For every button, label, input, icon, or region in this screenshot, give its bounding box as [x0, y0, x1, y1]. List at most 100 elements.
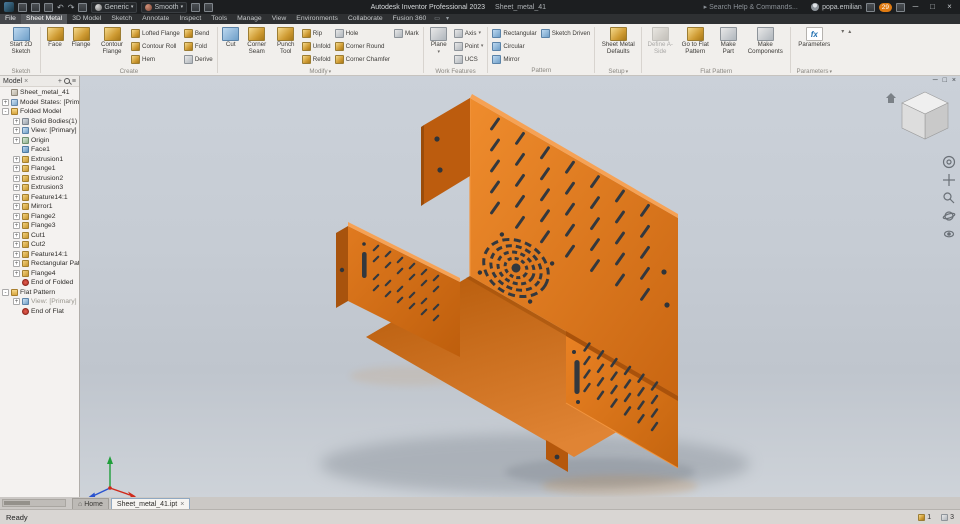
refold-button[interactable]: Refold [301, 53, 332, 65]
hem-button[interactable]: Hem [130, 53, 181, 65]
ribbon-tab[interactable]: Annotate [137, 14, 174, 24]
tree-expander[interactable]: + [13, 136, 20, 144]
tree-expander[interactable]: + [13, 231, 20, 239]
navigation-bar[interactable] [942, 155, 956, 238]
corner-round-button[interactable]: Corner Round [334, 40, 391, 52]
tree-item[interactable]: + Flange4 [0, 269, 79, 279]
appearance-dropdown[interactable]: Smooth ▾ [141, 1, 188, 13]
tree-expander[interactable]: + [13, 165, 20, 173]
bell-icon[interactable] [896, 2, 906, 12]
tree-item[interactable]: + Model States: [Primary] [0, 98, 79, 108]
search-input[interactable] [709, 3, 808, 11]
browser-menu-icon[interactable]: ≡ [72, 78, 76, 85]
tree-item[interactable]: Sheet_metal_41 [0, 88, 79, 98]
tree-expander[interactable]: + [13, 269, 20, 277]
tree-expander[interactable]: + [13, 222, 20, 230]
tree-item[interactable]: Face1 [0, 145, 79, 155]
tree-item[interactable]: + Extrusion3 [0, 183, 79, 193]
rectangular-pattern-button[interactable]: Rectangular [491, 27, 537, 39]
tree-expander[interactable]: + [13, 250, 20, 258]
doc-restore-icon[interactable]: □ [943, 76, 947, 86]
doc-close-icon[interactable]: × [952, 76, 956, 86]
view-cube-home-icon[interactable] [886, 93, 896, 103]
tree-item[interactable]: + Rectangular Pattern [0, 259, 79, 269]
doc-minimize-icon[interactable]: ─ [933, 76, 938, 86]
measure-icon[interactable] [204, 2, 214, 12]
mirror-button[interactable]: Mirror [491, 53, 537, 65]
tree-item[interactable]: End of Folded [0, 278, 79, 288]
tree-item[interactable]: + Mirror1 [0, 202, 79, 212]
ribbon-tab[interactable]: Environments [291, 14, 343, 24]
viewport[interactable]: ─ □ × [80, 76, 960, 497]
tree-item[interactable]: + Origin [0, 136, 79, 146]
corner-seam-button[interactable]: Corner Seam [243, 25, 271, 67]
ribbon-tab[interactable]: 3D Model [67, 14, 106, 24]
tree-item[interactable]: + Cut2 [0, 240, 79, 250]
ribbon-tab[interactable]: Tools [206, 14, 232, 24]
ribbon-panel-icon[interactable]: ▭ [431, 14, 443, 24]
tree-expander[interactable]: + [13, 193, 20, 201]
tree-item[interactable]: + Extrusion2 [0, 174, 79, 184]
close-button[interactable]: × [943, 0, 956, 14]
ribbon-tab[interactable]: Inspect [174, 14, 206, 24]
make-part-button[interactable]: Make Part [715, 25, 741, 67]
tree-expander[interactable]: + [13, 127, 20, 135]
ribbon-tab[interactable]: Sheet Metal [20, 14, 68, 24]
lofted-flange-button[interactable]: Lofted Flange [130, 27, 181, 39]
adjust-icon[interactable] [191, 2, 201, 12]
circular-pattern-button[interactable]: Circular [491, 40, 537, 52]
sketch-driven-button[interactable]: Sketch Driven [540, 27, 592, 39]
save-icon[interactable] [44, 2, 53, 12]
notification-badge[interactable]: 29 [878, 2, 893, 12]
scrollbar-thumb[interactable] [4, 501, 30, 505]
tree-expander[interactable] [13, 279, 20, 286]
face-button[interactable]: Face [44, 25, 66, 67]
plane-button[interactable]: Plane ▾ [427, 25, 451, 67]
tree-expander[interactable]: + [2, 98, 9, 106]
browser-close-icon[interactable]: × [24, 78, 28, 85]
tree-expander[interactable]: + [13, 117, 20, 125]
corner-chamfer-button[interactable]: Corner Chamfer [334, 53, 391, 65]
tree-expander[interactable]: + [13, 174, 20, 182]
tree-item[interactable]: - Folded Model [0, 107, 79, 117]
go-to-flat-pattern-button[interactable]: Go to Flat Pattern [677, 25, 713, 67]
tab-document[interactable]: Sheet_metal_41.ipt × [110, 498, 191, 509]
print-icon[interactable] [78, 2, 88, 12]
tree-item[interactable]: + Flange1 [0, 164, 79, 174]
ribbon-options-caret-icon[interactable]: ▾ [443, 14, 452, 24]
tree-item[interactable]: End of Flat [0, 307, 79, 317]
tree-expander[interactable]: - [2, 108, 9, 116]
undo-icon[interactable]: ↶ [57, 3, 64, 12]
tree-item[interactable]: + Solid Bodies(1) [0, 117, 79, 127]
start-2d-sketch-button[interactable]: Start 2D Sketch [5, 25, 37, 67]
ribbon-tab[interactable]: File [0, 14, 21, 24]
contour-roll-button[interactable]: Contour Roll [130, 40, 181, 52]
new-file-icon[interactable] [31, 2, 40, 12]
tree-expander[interactable]: + [13, 184, 20, 192]
tree-item[interactable]: + Flange2 [0, 212, 79, 222]
view-cube[interactable] [901, 91, 949, 140]
redo-icon[interactable]: ↷ [68, 3, 75, 12]
browser-add-icon[interactable]: + [58, 78, 62, 85]
app-menu-icon[interactable] [18, 2, 27, 12]
maximize-button[interactable]: □ [926, 0, 939, 14]
ucs-button[interactable]: UCS [453, 53, 485, 65]
parameters-button[interactable]: fx Parameters [794, 25, 834, 67]
axis-button[interactable]: Axis ▾ [453, 27, 485, 39]
punch-tool-button[interactable]: Punch Tool [273, 25, 299, 67]
tree-expander[interactable]: + [13, 203, 20, 211]
tree-expander[interactable]: + [13, 212, 20, 220]
user-menu[interactable]: popa.emilian [811, 3, 862, 11]
minimize-button[interactable]: ─ [909, 0, 922, 14]
ribbon-collapse-icon[interactable]: ▴ [848, 28, 851, 35]
point-button[interactable]: Point ▾ [453, 40, 485, 52]
tree-item[interactable]: + Feature14:1 [0, 250, 79, 260]
tree-expander[interactable] [13, 308, 20, 315]
ribbon-help-caret-icon[interactable]: ▾ [841, 28, 844, 35]
hole-button[interactable]: Hole [334, 27, 391, 39]
tree-expander[interactable]: + [13, 155, 20, 163]
tree-expander[interactable]: - [2, 288, 9, 296]
material-dropdown[interactable]: Generic ▾ [91, 1, 138, 13]
fold-button[interactable]: Fold [183, 40, 214, 52]
ribbon-tab[interactable]: View [267, 14, 292, 24]
